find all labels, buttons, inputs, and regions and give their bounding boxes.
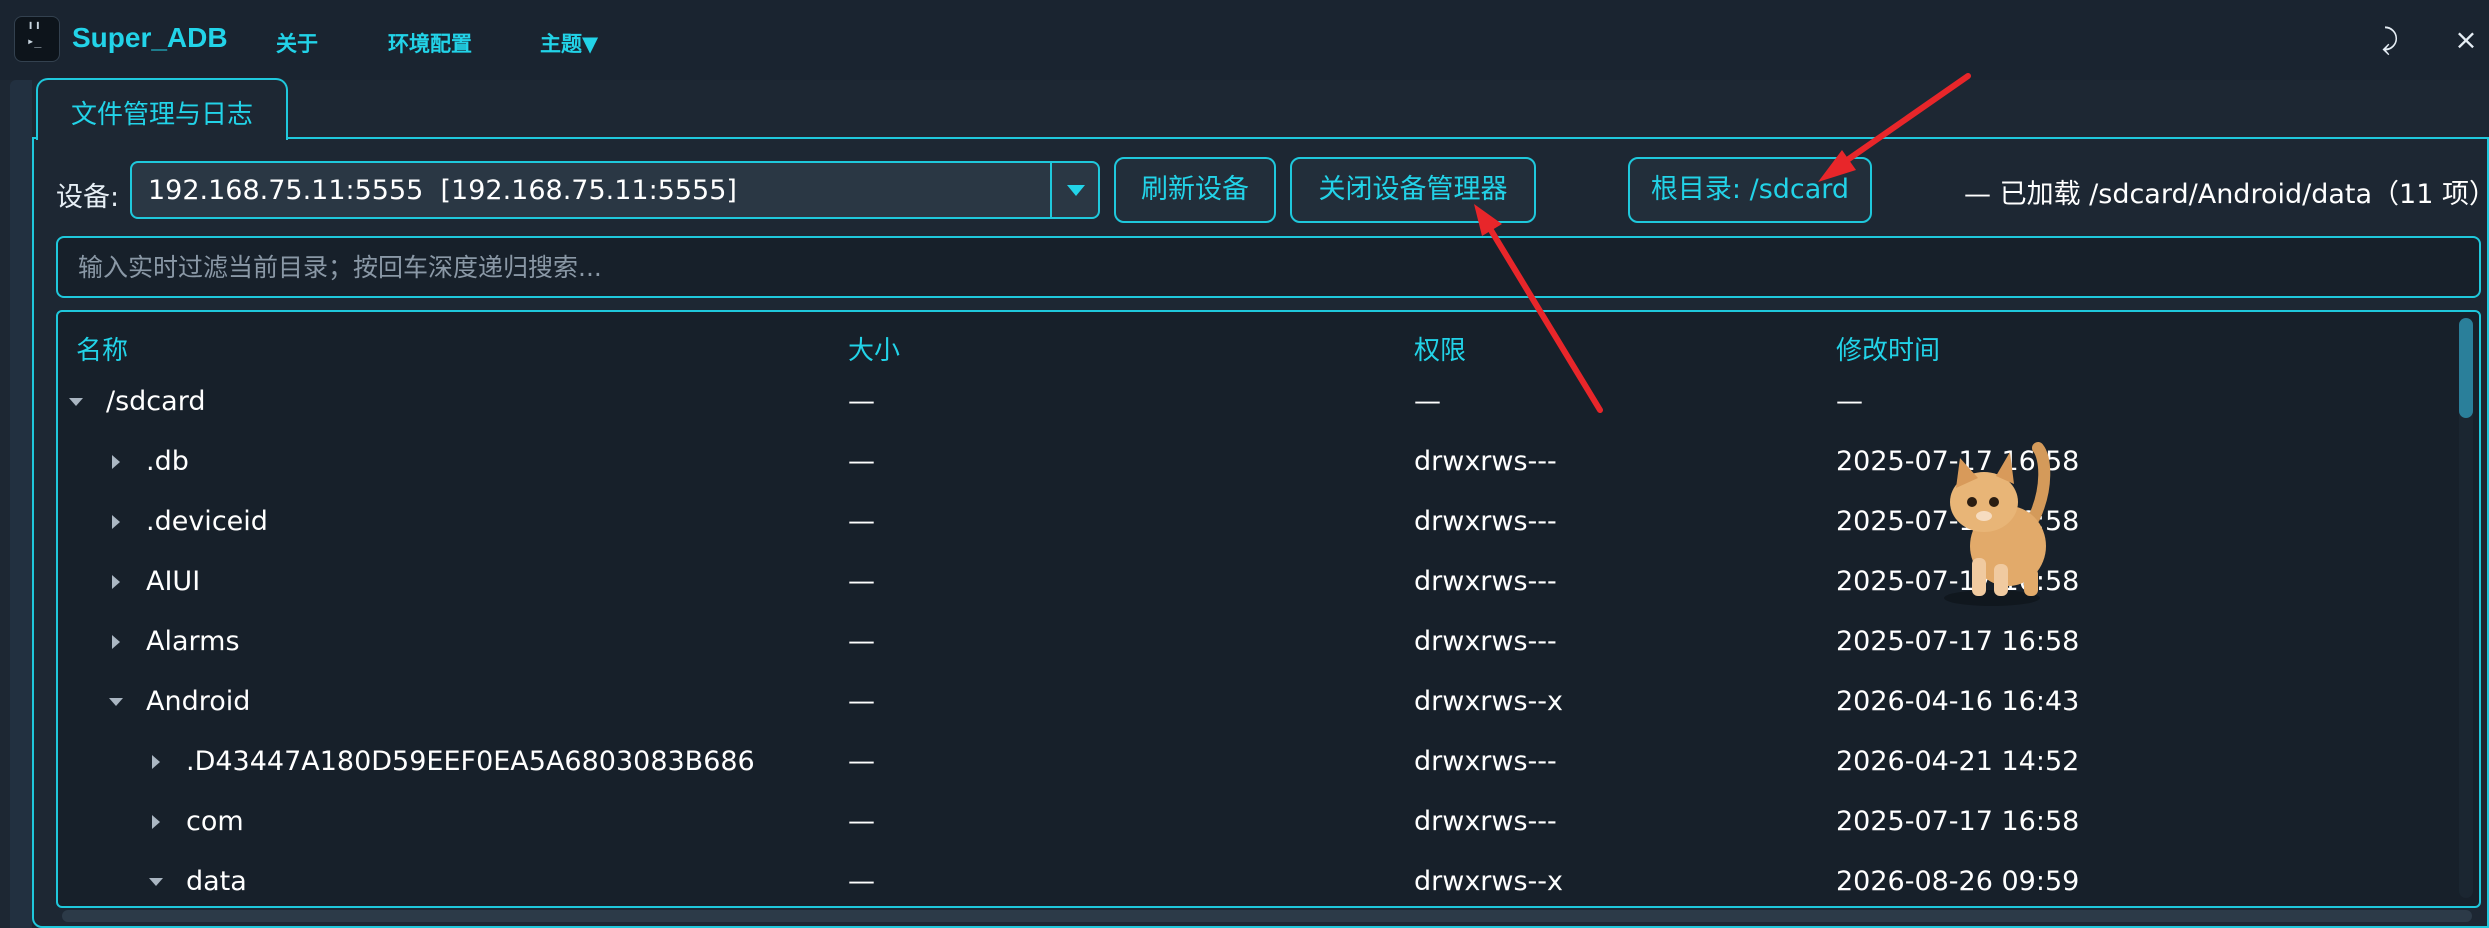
cell-permission: drwxrws---: [1414, 746, 1557, 777]
cell-name: /sdcard: [106, 386, 206, 417]
cell-permission: drwxrws---: [1414, 566, 1557, 597]
cell-permission: drwxrws--x: [1414, 686, 1564, 717]
expand-right-icon[interactable]: [146, 752, 166, 772]
horizontal-scrollbar[interactable]: [62, 910, 2472, 922]
cell-size: —: [848, 506, 875, 537]
scrollbar-thumb[interactable]: [2459, 318, 2473, 418]
refresh-devices-button[interactable]: 刷新设备: [1114, 157, 1276, 223]
device-select-divider: [1050, 163, 1052, 217]
column-header-name[interactable]: 名称: [76, 330, 128, 367]
loaded-status: — 已加载 /sdcard/Android/data（11 项）: [1964, 179, 2489, 210]
cell-size: —: [848, 626, 875, 657]
expand-right-icon[interactable]: [106, 512, 126, 532]
cell-size: —: [848, 806, 875, 837]
cell-permission: drwxrws---: [1414, 446, 1557, 477]
cell-permission: drwxrws---: [1414, 806, 1557, 837]
cell-mtime: 2026-04-21 14:52: [1836, 746, 2080, 777]
cell-mtime: 2026-08-26 09:59: [1836, 866, 2080, 897]
cell-permission: drwxrws---: [1414, 626, 1557, 657]
cell-permission: —: [1414, 386, 1441, 417]
cell-permission: drwxrws---: [1414, 506, 1557, 537]
expand-right-icon[interactable]: [106, 632, 126, 652]
cell-name: AIUI: [146, 566, 201, 597]
column-header-permission[interactable]: 权限: [1414, 330, 1466, 367]
expand-right-icon[interactable]: [106, 572, 126, 592]
cell-mtime: 2026-04-16 16:43: [1836, 686, 2080, 717]
column-header-size[interactable]: 大小: [848, 330, 900, 367]
cell-name: .deviceid: [146, 506, 268, 537]
tree-row[interactable]: .db — drwxrws--- 2025-07-17 16:58: [58, 432, 2458, 492]
cell-size: —: [848, 386, 875, 417]
file-tree[interactable]: 名称 大小 权限 修改时间 /sdcard — — — .db — drwxrws--- 20…: [56, 310, 2481, 908]
app-logo-icon: ╹╹ ▸_: [14, 16, 60, 62]
minimize-icon[interactable]: ⤸: [2370, 20, 2410, 60]
cell-mtime: 2025-07-17 16:58: [1836, 626, 2080, 657]
cell-size: —: [848, 686, 875, 717]
tree-row[interactable]: .deviceid — drwxrws--- 2025-07-17 16:58: [58, 492, 2458, 552]
chevron-down-icon[interactable]: [1064, 175, 1088, 205]
menu-env-config[interactable]: 环境配置: [388, 28, 472, 58]
tree-row[interactable]: com — drwxrws--- 2025-07-17 16:58: [58, 792, 2458, 852]
tree-row[interactable]: data — drwxrws--x 2026-08-26 09:59: [58, 852, 2458, 906]
tree-row[interactable]: Android — drwxrws--x 2026-04-16 16:43: [58, 672, 2458, 732]
cell-size: —: [848, 746, 875, 777]
close-icon[interactable]: ×: [2446, 20, 2486, 60]
cell-name: .db: [146, 446, 189, 477]
device-select[interactable]: 192.168.75.11:5555 [192.168.75.11:5555]: [130, 161, 1100, 219]
app-title: Super_ADB: [72, 22, 228, 53]
cell-name: data: [186, 866, 247, 897]
cell-name: .D43447A180D59EEF0EA5A6803083B686: [186, 746, 755, 777]
expand-down-icon[interactable]: [106, 692, 126, 712]
tree-row[interactable]: AIUI — drwxrws--- 2025-07-17 16:58: [58, 552, 2458, 612]
expand-down-icon[interactable]: [66, 392, 86, 412]
cell-mtime: 2025-07-17 16:58: [1836, 806, 2080, 837]
expand-right-icon[interactable]: [146, 812, 166, 832]
tab-label: 文件管理与日志: [70, 100, 253, 130]
tree-row[interactable]: /sdcard — — —: [58, 372, 2458, 432]
device-select-value: 192.168.75.11:5555 [192.168.75.11:5555]: [148, 175, 737, 206]
menu-theme[interactable]: 主题▼: [540, 28, 598, 58]
device-label: 设备:: [56, 182, 120, 213]
close-device-manager-button[interactable]: 关闭设备管理器: [1290, 157, 1536, 223]
cell-size: —: [848, 866, 875, 897]
expand-right-icon[interactable]: [106, 452, 126, 472]
vertical-scrollbar[interactable]: [2459, 318, 2473, 898]
cell-permission: drwxrws--x: [1414, 866, 1564, 897]
title-bar: ╹╹ ▸_ Super_ADB 关于 环境配置 主题▼ ⤸ ×: [0, 0, 2489, 80]
cell-size: —: [848, 446, 875, 477]
cell-name: Android: [146, 686, 251, 717]
side-strip: [10, 80, 32, 928]
cell-name: com: [186, 806, 244, 837]
kitten-sticker: [1944, 442, 2051, 606]
root-dir-button[interactable]: 根目录: /sdcard: [1628, 157, 1872, 223]
tree-row[interactable]: Alarms — drwxrws--- 2025-07-17 16:58: [58, 612, 2458, 672]
cell-mtime: —: [1836, 386, 1863, 417]
expand-down-icon[interactable]: [146, 872, 166, 892]
tree-row[interactable]: .D43447A180D59EEF0EA5A6803083B686 — drwxrw…: [58, 732, 2458, 792]
column-header-mtime[interactable]: 修改时间: [1836, 330, 1940, 367]
filter-search-input[interactable]: [56, 236, 2481, 298]
menu-about[interactable]: 关于: [276, 28, 318, 58]
tab-file-manager[interactable]: 文件管理与日志: [36, 78, 288, 140]
cell-size: —: [848, 566, 875, 597]
cell-name: Alarms: [146, 626, 240, 657]
